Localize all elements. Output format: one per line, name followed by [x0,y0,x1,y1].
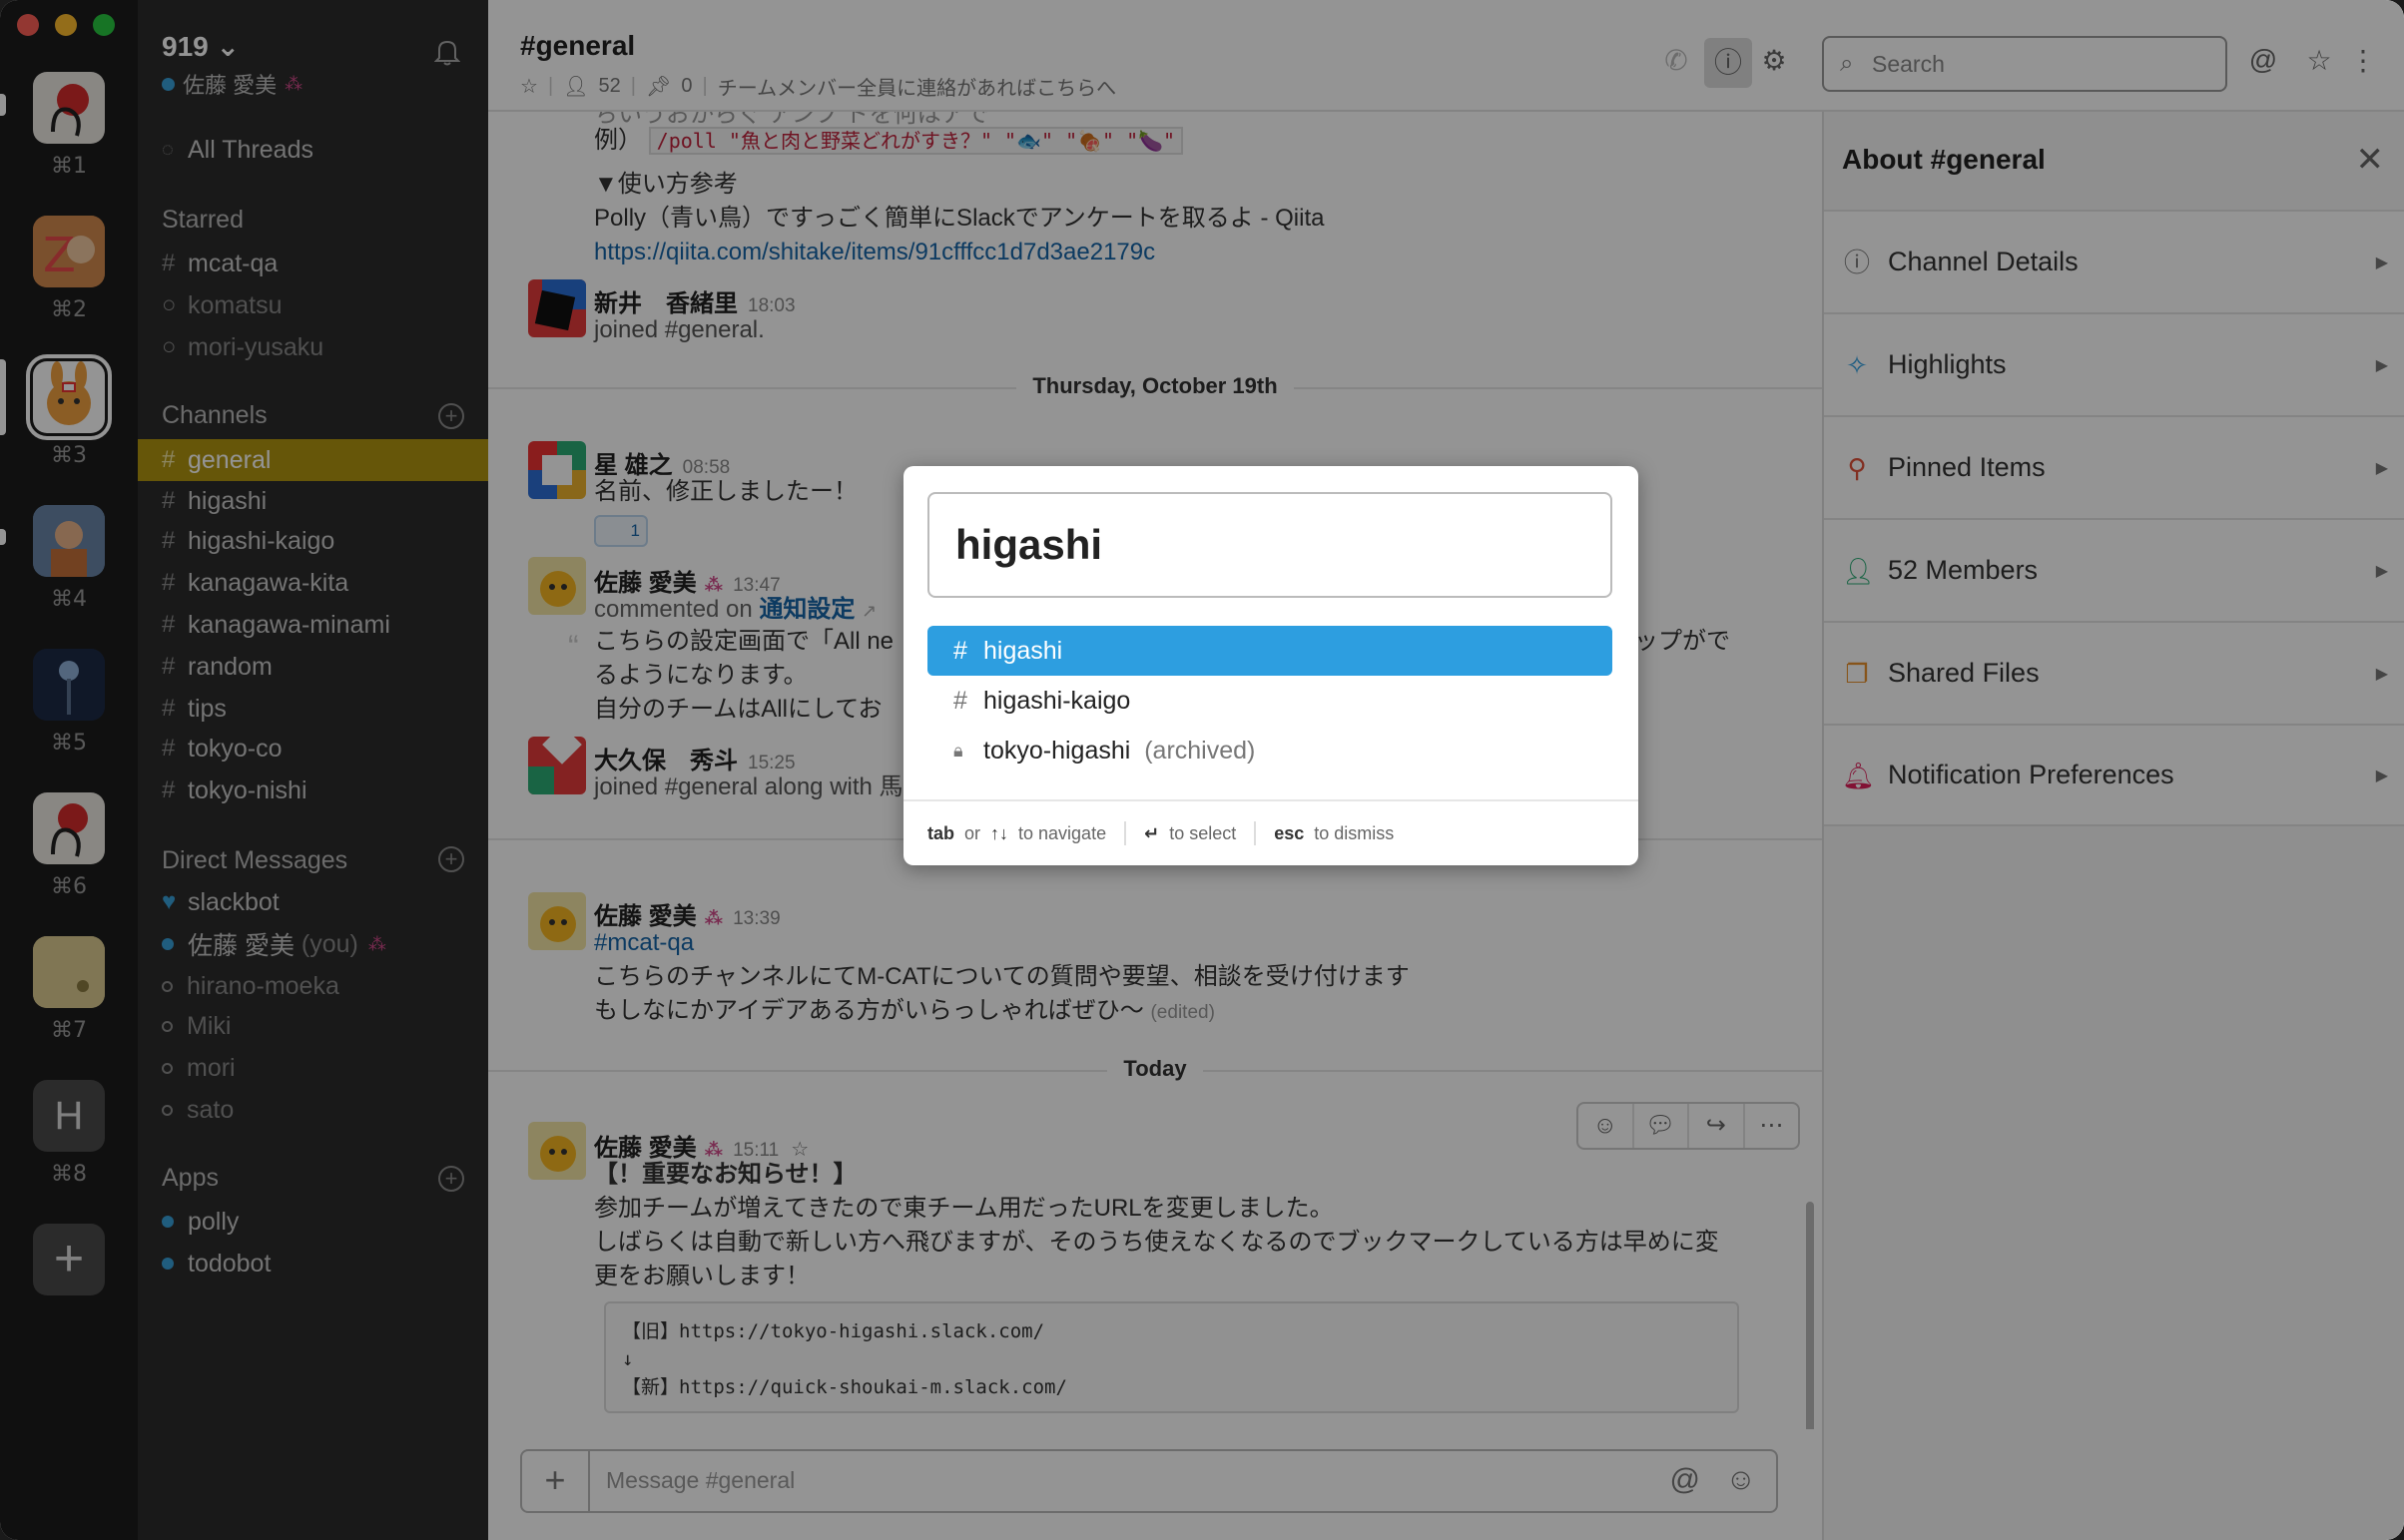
hint-key: esc [1274,822,1305,843]
hint-text: to select [1169,822,1237,843]
hint-key: tab [927,822,954,843]
hint-text: or [964,822,981,843]
switcher-input[interactable]: higashi [927,492,1612,598]
switcher-result-higashi[interactable]: # higashi [927,626,1612,676]
switcher-result-tokyo-higashi[interactable]: 🔒︎ tokyo-higashi (archived) [927,726,1612,775]
hash-icon: # [953,636,967,665]
hint-text: to dismiss [1314,822,1395,843]
enter-key-icon: ↵ [1144,822,1160,843]
switcher-hints: tab or ↑↓ to navigate ↵ to select esc to… [903,799,1638,865]
arrow-keys-icon: ↑↓ [990,822,1009,843]
hash-icon: # [953,686,967,715]
quick-switcher: higashi # higashi # higashi-kaigo 🔒︎ tokyo-… [903,466,1638,865]
switcher-result-label: higashi [983,636,1063,665]
archived-label: (archived) [1144,736,1256,765]
switcher-result-higashi-kaigo[interactable]: # higashi-kaigo [927,676,1612,726]
switcher-result-label: tokyo-higashi [983,736,1131,765]
slack-window: ⌘1 Z ⌘2 ⌘3 ⌘4 ⌘5 ⌘6 ⌘7 H ⌘8 + 919 ⌄ 佐藤 愛… [0,0,2404,1540]
hint-text: to navigate [1018,822,1107,843]
lock-icon: 🔒︎ [953,740,963,761]
switcher-result-label: higashi-kaigo [983,686,1131,715]
